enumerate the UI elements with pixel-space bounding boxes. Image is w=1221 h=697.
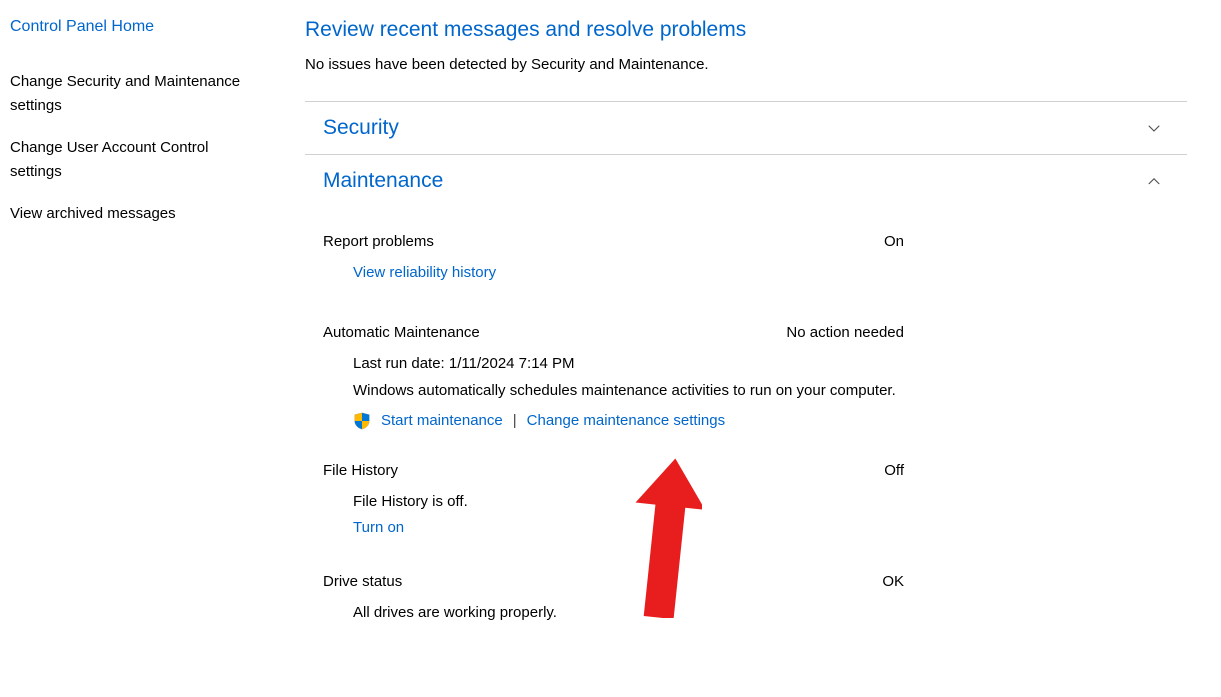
sidebar: Control Panel Home Change Security and M…: [0, 0, 295, 697]
file-history-label: File History: [323, 462, 398, 479]
change-security-settings-link[interactable]: Change Security and Maintenance settings: [10, 70, 260, 118]
file-history-turn-on-link[interactable]: Turn on: [353, 519, 404, 536]
maintenance-body: Report problems On View reliability hist…: [305, 207, 1187, 635]
auto-maint-last-run: Last run date: 1/11/2024 7:14 PM: [353, 351, 1169, 377]
change-uac-settings-link[interactable]: Change User Account Control settings: [10, 136, 260, 184]
main-panel: Review recent messages and resolve probl…: [295, 0, 1205, 697]
drive-status-value: OK: [882, 573, 904, 590]
view-reliability-history-link[interactable]: View reliability history: [353, 264, 496, 281]
automatic-maintenance-row: Automatic Maintenance No action needed: [323, 324, 1169, 341]
drive-status-desc: All drives are working properly.: [353, 600, 1169, 626]
chevron-up-icon: [1145, 172, 1163, 190]
report-problems-status: On: [884, 233, 904, 250]
maintenance-title: Maintenance: [323, 169, 443, 193]
drive-status-label: Drive status: [323, 573, 402, 590]
view-archived-messages-link[interactable]: View archived messages: [10, 202, 260, 226]
auto-maint-status: No action needed: [786, 324, 904, 341]
auto-maint-desc: Windows automatically schedules maintena…: [353, 378, 1169, 404]
chevron-down-icon: [1145, 119, 1163, 137]
auto-maint-label: Automatic Maintenance: [323, 324, 480, 341]
file-history-status: Off: [884, 462, 904, 479]
change-maintenance-settings-link[interactable]: Change maintenance settings: [527, 412, 725, 429]
drive-status-row: Drive status OK: [323, 573, 1169, 590]
start-maintenance-link[interactable]: Start maintenance: [381, 412, 503, 429]
page-title: Review recent messages and resolve probl…: [305, 18, 1187, 42]
shield-icon: [353, 412, 371, 430]
file-history-desc: File History is off.: [353, 489, 1169, 515]
security-title: Security: [323, 116, 399, 140]
control-panel-home-link[interactable]: Control Panel Home: [10, 18, 285, 36]
maintenance-section-header[interactable]: Maintenance: [305, 155, 1187, 207]
separator: |: [513, 412, 517, 429]
file-history-row: File History Off: [323, 462, 1169, 479]
status-summary: No issues have been detected by Security…: [305, 56, 1187, 73]
security-section-header[interactable]: Security: [305, 102, 1187, 154]
report-problems-row: Report problems On: [323, 233, 1169, 250]
report-problems-label: Report problems: [323, 233, 434, 250]
